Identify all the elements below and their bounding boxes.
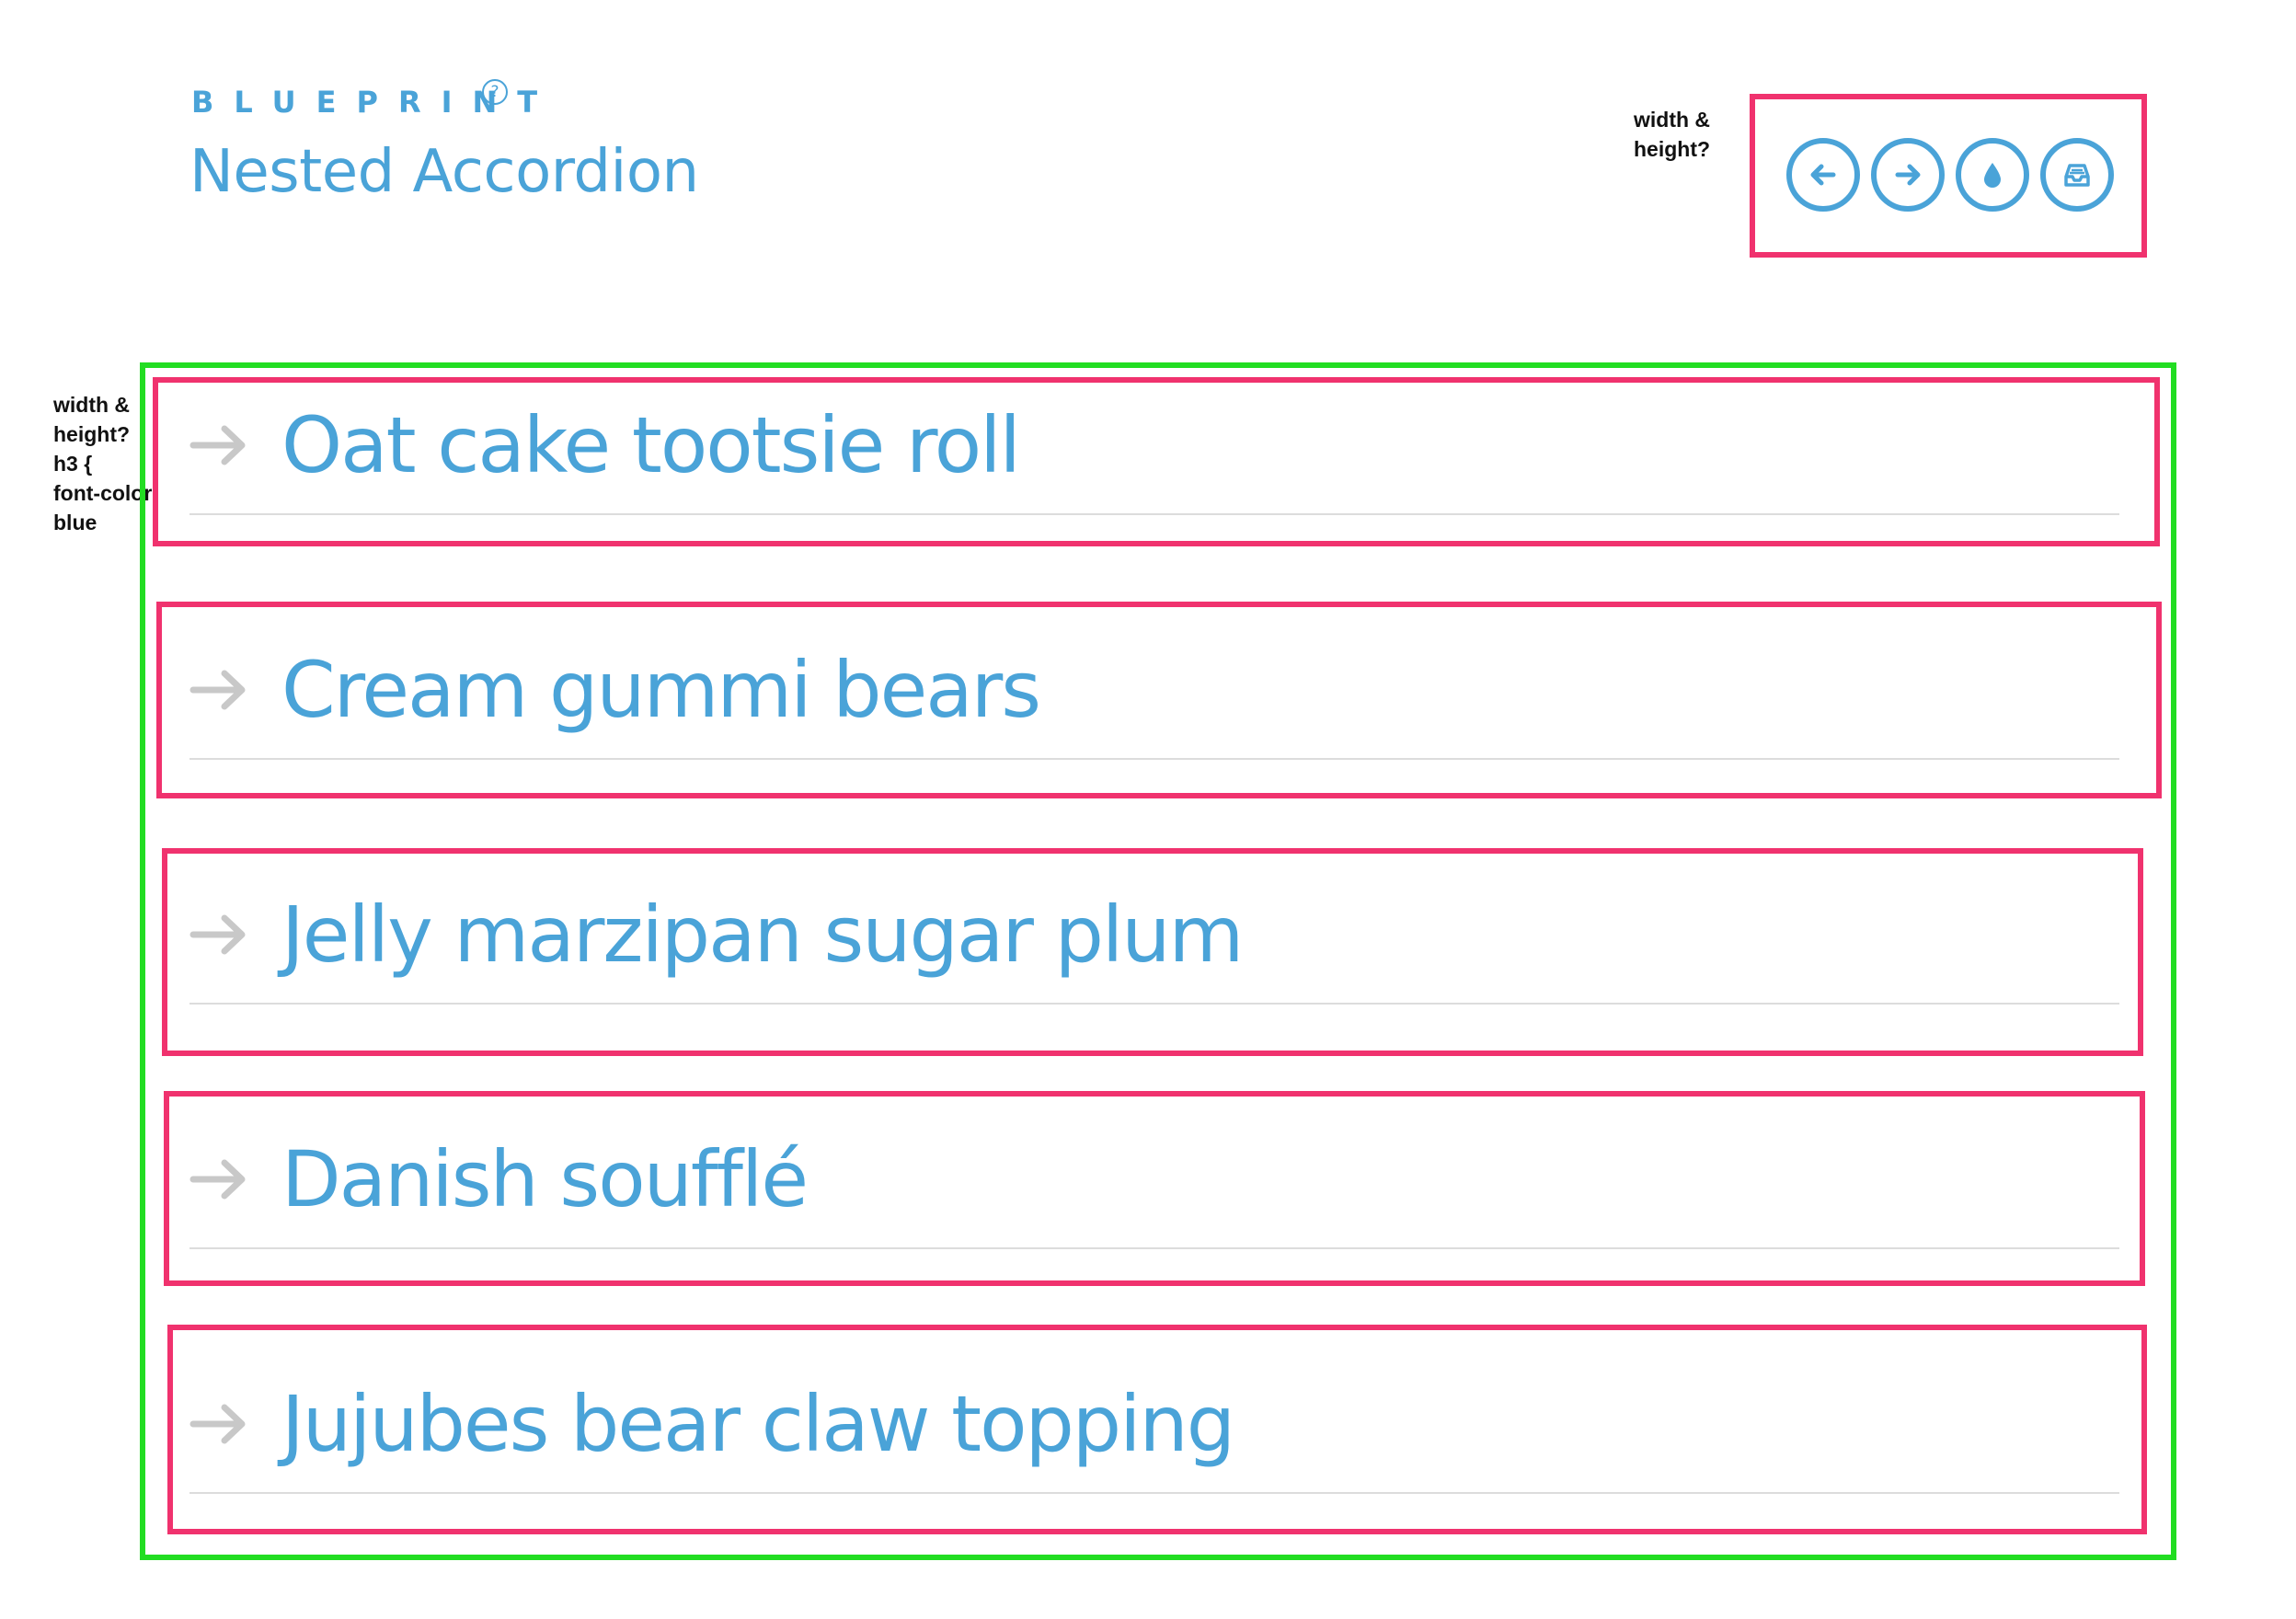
arrow-right-icon [189, 1111, 254, 1247]
accordion-item[interactable]: Oat cake tootsie roll [189, 377, 2119, 515]
accordion-item[interactable]: Danish soufflé [189, 1111, 2119, 1249]
accordion-item[interactable]: Jelly marzipan sugar plum [189, 867, 2119, 1005]
droplet-icon [1984, 163, 2001, 188]
inbox-button[interactable] [2040, 138, 2114, 212]
arrow-right-icon [189, 622, 254, 758]
accordion-item-title: Jelly marzipan sugar plum [281, 890, 1244, 980]
forward-button[interactable] [1871, 138, 1945, 212]
accordion-item-title: Danish soufflé [281, 1134, 809, 1224]
inbox-icon [2064, 164, 2090, 187]
help-icon[interactable]: ? [482, 79, 508, 105]
theme-button[interactable] [1956, 138, 2029, 212]
arrow-left-icon [1810, 164, 1836, 186]
accordion-item-title: Jujubes bear claw topping [281, 1379, 1235, 1469]
arrow-right-icon [1895, 164, 1921, 186]
accordion-item[interactable]: Cream gummi bears [189, 622, 2119, 760]
arrow-right-icon [189, 867, 254, 1003]
accordion-item[interactable]: Jujubes bear claw topping [189, 1356, 2119, 1494]
arrow-right-icon [189, 377, 254, 513]
accordion-item-title: Oat cake tootsie roll [281, 400, 1021, 490]
arrow-right-icon [189, 1356, 254, 1492]
page-title: Nested Accordion [189, 138, 699, 206]
accordion-item-title: Cream gummi bears [281, 645, 1041, 735]
back-button[interactable] [1786, 138, 1860, 212]
toolbar-annotation: width & height? [1634, 108, 1711, 161]
